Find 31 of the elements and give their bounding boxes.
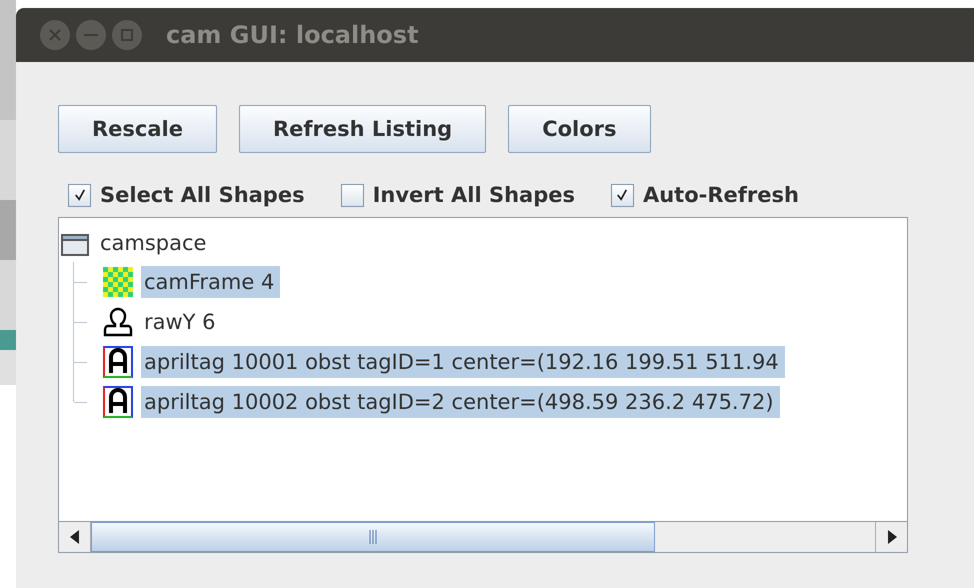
right-arrow-icon [886, 530, 896, 544]
person-icon [103, 307, 133, 337]
maximize-icon [121, 29, 133, 41]
scroll-thumb[interactable] [91, 522, 655, 552]
checkbox[interactable] [68, 184, 91, 206]
tree-node[interactable]: camspace [97, 227, 212, 259]
grip-icon [368, 530, 378, 544]
tree-item[interactable]: apriltag 10001 obst tagID=1 center=(192.16 199.51 511.94 [141, 346, 785, 378]
toolbar-button[interactable]: Rescale [58, 105, 217, 153]
maximize-button[interactable] [112, 20, 142, 50]
tree-item[interactable]: camFrame 4 [141, 266, 280, 298]
toolbar-button[interactable]: Refresh Listing [238, 105, 486, 153]
checkbox[interactable] [610, 184, 634, 206]
left-arrow-icon [70, 530, 80, 544]
checkbox-label: Invert All Shapes [372, 183, 575, 207]
tree-item[interactable]: apriltag 10002 obst tagID=2 center=(498.59 236.2 475.72) [141, 386, 780, 418]
letter-tag-icon [103, 386, 133, 418]
close-button[interactable] [40, 20, 70, 50]
horizontal-scrollbar[interactable] [59, 521, 907, 552]
toolbar-button[interactable]: Colors [508, 105, 651, 153]
checkbox[interactable] [340, 184, 364, 206]
tree-item[interactable]: rawY 6 [141, 306, 222, 338]
check-icon [74, 189, 86, 201]
checkbox-label: Auto-Refresh [642, 183, 799, 207]
window-title: cam GUI: localhost [166, 21, 419, 49]
check-icon [616, 189, 628, 201]
letter-tag-icon [103, 346, 133, 378]
minimize-button[interactable] [76, 20, 106, 50]
checkerboard-icon [103, 267, 133, 297]
checkbox-label: Select All Shapes [100, 183, 305, 207]
close-icon [49, 29, 61, 41]
